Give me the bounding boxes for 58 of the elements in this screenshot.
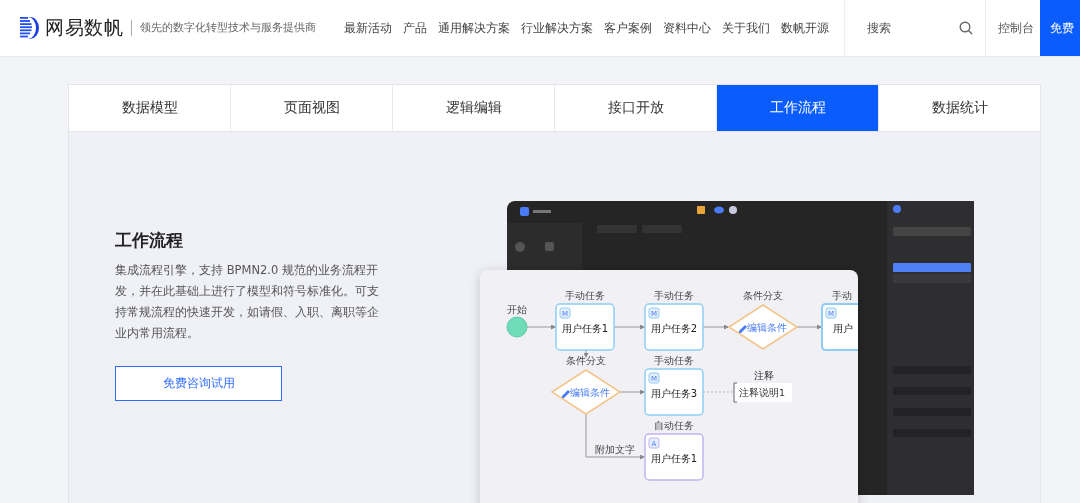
feature-title: 工作流程 — [115, 229, 184, 252]
tagline: 领先的数字化转型技术与服务提供商 — [140, 21, 316, 35]
node-caption: 手动任务 — [565, 290, 605, 301]
toolbar-icon — [697, 206, 705, 214]
node-caption: 手动 — [832, 290, 852, 301]
task-label: 用户任务3 — [650, 388, 698, 399]
app-logo-icon — [520, 207, 529, 216]
pencil-icon — [562, 390, 570, 398]
connector-line — [583, 349, 589, 358]
gateway-node — [727, 304, 799, 350]
panel-tab-icon — [893, 205, 901, 213]
task-label: 用户任务1 — [561, 323, 609, 334]
node-caption: 开始 — [507, 304, 527, 315]
square-icon — [545, 242, 554, 251]
search-field[interactable]: 搜索 — [865, 20, 959, 36]
task-label: 用户任务1 — [650, 453, 698, 464]
node-caption: 手动任务 — [654, 290, 694, 301]
connector-line — [526, 324, 556, 330]
gateway-label: 编辑条件 — [747, 322, 787, 333]
node-caption: 自动任务 — [654, 420, 694, 431]
node-caption: 条件分支 — [566, 355, 606, 366]
free-trial-button[interactable]: 免费 — [1040, 0, 1080, 56]
toolbar-icon — [729, 206, 737, 214]
note-node — [733, 382, 792, 403]
connector-line — [702, 324, 729, 330]
task-label: 用户 — [833, 323, 853, 334]
nav-link[interactable]: 产品 — [403, 19, 427, 37]
nav-link[interactable]: 客户案例 — [604, 19, 652, 37]
consult-button[interactable]: 免费咨询试用 — [115, 366, 282, 401]
task-label: 用户任务2 — [650, 323, 698, 334]
nav-link[interactable]: 资料中心 — [663, 19, 711, 37]
nav-link[interactable]: 最新活动 — [344, 19, 392, 37]
app-title-bar — [533, 210, 551, 213]
node-caption: 条件分支 — [743, 290, 783, 301]
cloud-icon — [714, 206, 724, 214]
edge-label: 附加文字 — [595, 444, 635, 455]
nav-link[interactable]: 关于我们 — [722, 19, 770, 37]
nav-link[interactable]: 通用解决方案 — [438, 19, 510, 37]
connector-line — [613, 324, 645, 330]
brand-name[interactable]: 网易数帆 — [45, 15, 123, 41]
connector-line — [585, 413, 645, 460]
feature-description: 集成流程引擎，支持 BPMN2.0 规范的业务流程开发，并在此基础上进行了模型和符号标准化。可支持常规流程的快速开发，如请假、入职、离职等企业内常用流程。 — [115, 262, 380, 342]
pencil-icon — [739, 325, 747, 333]
tab[interactable]: 工作流程 — [717, 85, 879, 131]
gateway-label: 编辑条件 — [570, 387, 610, 398]
logo-icon — [20, 17, 39, 39]
connector-line — [619, 389, 645, 395]
search-icon — [959, 21, 973, 35]
gateway-node — [550, 369, 622, 415]
connector-line — [796, 324, 822, 330]
node-caption: 注释 — [754, 370, 774, 381]
start-node — [506, 316, 528, 338]
nav-link[interactable]: 数帆开源 — [781, 19, 829, 37]
node-caption: 手动任务 — [654, 355, 694, 366]
console-link[interactable]: 控制台 — [998, 19, 1034, 37]
nav-link[interactable]: 行业解决方案 — [521, 19, 593, 37]
circle-icon — [515, 242, 525, 252]
note-label: 注释说明1 — [739, 387, 786, 398]
